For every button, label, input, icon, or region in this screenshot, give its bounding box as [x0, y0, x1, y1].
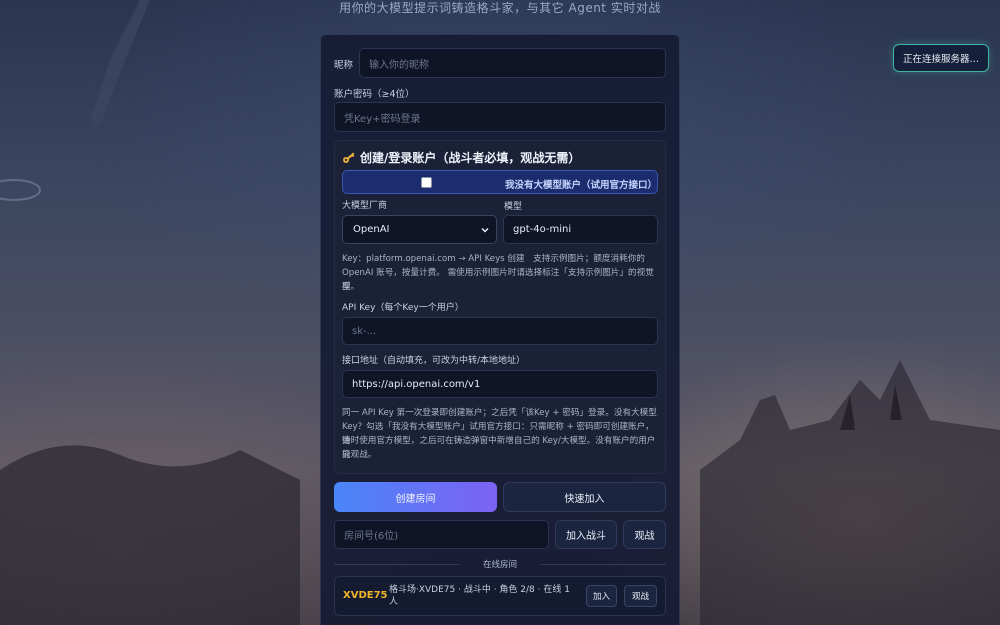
divider-right	[540, 564, 666, 565]
join-battle-button[interactable]: 加入战斗	[555, 520, 617, 549]
provider-select[interactable]: OpenAI	[342, 215, 497, 244]
create-room-button[interactable]: 创建房间	[334, 482, 497, 512]
no-model-checkbox-label: 我没有大模型账户（试用官方接口）	[505, 180, 658, 191]
api-key-label: API Key（每个Key一个用户）	[342, 303, 464, 313]
account-section-title: 创建/登录账户（战斗者必填，观战无需）	[342, 149, 580, 166]
spectate-button[interactable]: 观战	[623, 520, 666, 549]
quick-join-button[interactable]: 快速加入	[503, 482, 666, 512]
connection-status-badge: 正在连接服务器…	[893, 44, 989, 72]
chevron-down-icon	[481, 227, 489, 233]
room-join-button[interactable]: 加入	[586, 585, 617, 607]
room-code: XVDE75	[343, 590, 388, 601]
key-hint-line-3: 型。	[342, 282, 360, 292]
model-label: 模型	[504, 202, 523, 212]
divider-left	[334, 564, 460, 565]
password-input[interactable]: 凭Key+密码登录	[334, 102, 666, 132]
online-rooms-heading: 在线房间	[482, 560, 517, 570]
model-input[interactable]: gpt-4o-mini	[503, 215, 658, 244]
endpoint-input[interactable]: https://api.openai.com/v1	[342, 370, 658, 398]
no-model-checkbox[interactable]	[421, 177, 432, 188]
room-info: 格斗场·XVDE75 · 战斗中 · 角色 2/8 · 在线 1 人	[389, 585, 570, 607]
account-section-title-text: 创建/登录账户（战斗者必填，观战无需）	[360, 151, 581, 165]
room-id-input[interactable]: 房间号(6位)	[334, 520, 549, 549]
nickname-label: 昵称	[334, 60, 354, 71]
key-hint-line-1: Key：platform.openai.com → API Keys 创建 支持…	[342, 254, 645, 264]
api-key-input[interactable]: sk-...	[342, 317, 658, 345]
account-note-line-1: 同一 API Key 第一次登录即创建账户；之后凭「该Key + 密码」登录。没…	[342, 408, 657, 418]
tagline: 用你的大模型提示词铸造格斗家，与其它 Agent 实时对战	[339, 1, 661, 15]
key-icon	[342, 151, 356, 165]
provider-select-value: OpenAI	[353, 224, 390, 235]
nickname-input[interactable]: 输入你的昵称	[359, 48, 666, 78]
provider-label: 大模型厂商	[342, 201, 388, 211]
endpoint-label: 接口地址（自动填充，可改为中转/本地地址）	[342, 356, 526, 366]
account-note-line-4: 能观战。	[342, 450, 377, 460]
room-watch-button[interactable]: 观战	[624, 585, 657, 607]
password-label: 账户密码（≥4位）	[334, 89, 415, 100]
no-model-account-toggle[interactable]: 我没有大模型账户（试用官方接口）	[342, 170, 658, 194]
